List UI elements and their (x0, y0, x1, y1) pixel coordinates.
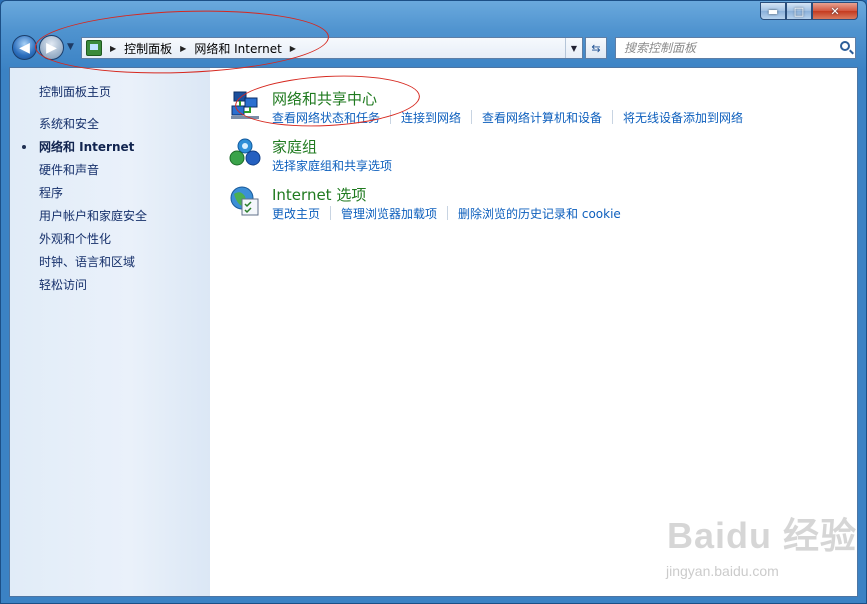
link-delete-history[interactable]: 删除浏览的历史记录和 cookie (458, 205, 621, 222)
navigation-bar: ◀ ▶ ▼ ▶ 控制面板 ▶ 网络和 Internet ▶ ▼ ⇆ (1, 31, 866, 65)
sidebar-item-label: 系统和安全 (39, 117, 100, 131)
divider (390, 110, 392, 124)
link-manage-addons[interactable]: 管理浏览器加载项 (341, 205, 437, 222)
category-title[interactable]: Internet 选项 (272, 184, 366, 205)
category-network-sharing: 网络和共享中心 查看网络状态和任务 连接到网络 查看网络计算机和设备 将无线设备… (228, 88, 828, 128)
sidebar-item-ease-of-access[interactable]: 轻松访问 (39, 277, 147, 300)
sidebar-item-label: 网络和 Internet (39, 140, 135, 154)
category-links: 选择家庭组和共享选项 (272, 157, 392, 174)
category-title[interactable]: 网络和共享中心 (272, 88, 377, 109)
link-add-wireless-device[interactable]: 将无线设备添加到网络 (623, 109, 743, 126)
breadcrumb-separator-icon[interactable]: ▶ (110, 44, 116, 53)
breadcrumb-control-panel[interactable]: 控制面板 (124, 40, 172, 57)
address-bar[interactable]: ▶ 控制面板 ▶ 网络和 Internet ▶ ▼ (81, 37, 583, 59)
close-button[interactable]: ✕ (812, 2, 858, 20)
arrow-right-icon: ▶ (46, 39, 57, 56)
maximize-icon: □ (793, 4, 805, 18)
minimize-icon: ▬ (767, 4, 779, 18)
control-panel-icon (86, 40, 102, 56)
divider (447, 206, 449, 220)
category-internet-options: Internet 选项 更改主页 管理浏览器加载项 删除浏览的历史记录和 coo… (228, 184, 828, 224)
link-change-homepage[interactable]: 更改主页 (272, 205, 320, 222)
baidu-watermark: Baidu 经验 (667, 515, 858, 556)
sidebar-home-link[interactable]: 控制面板主页 (39, 83, 111, 100)
sidebar-item-user-accounts[interactable]: 用户帐户和家庭安全 (39, 208, 147, 231)
divider (612, 110, 614, 124)
search-input[interactable] (622, 40, 831, 56)
sidebar-item-clock-language[interactable]: 时钟、语言和区域 (39, 254, 147, 277)
category-homegroup: 家庭组 选择家庭组和共享选项 (228, 136, 828, 176)
link-connect-to-network[interactable]: 连接到网络 (401, 109, 461, 126)
search-box[interactable] (615, 37, 856, 59)
internet-options-icon (230, 186, 259, 216)
control-panel-window: ▬ □ ✕ ◀ ▶ ▼ ▶ 控制面板 ▶ 网络和 Internet ▶ ▼ ⇆ … (0, 0, 867, 604)
sidebar-item-label: 轻松访问 (39, 278, 88, 292)
close-icon: ✕ (830, 4, 840, 18)
sidebar-item-programs[interactable]: 程序 (39, 185, 147, 208)
recent-pages-dropdown[interactable]: ▼ (67, 42, 74, 52)
chevron-down-icon: ▼ (570, 43, 578, 53)
refresh-icon: ⇆ (591, 41, 601, 55)
back-button[interactable]: ◀ (12, 35, 37, 60)
window-controls: ▬ □ ✕ (760, 2, 858, 20)
sidebar-item-hardware-sound[interactable]: 硬件和声音 (39, 162, 147, 185)
sidebar-item-system-security[interactable]: 系统和安全 (39, 116, 147, 139)
sidebar-item-label: 用户帐户和家庭安全 (39, 209, 148, 223)
sidebar-item-label: 程序 (39, 186, 64, 200)
watermark-url: jingyan.baidu.com (666, 563, 779, 579)
breadcrumb-separator-icon[interactable]: ▶ (290, 44, 296, 53)
chevron-down-icon: ▼ (67, 42, 74, 52)
category-title[interactable]: 家庭组 (272, 136, 317, 157)
category-links: 更改主页 管理浏览器加载项 删除浏览的历史记录和 cookie (272, 205, 621, 222)
forward-button[interactable]: ▶ (39, 35, 64, 60)
arrow-left-icon: ◀ (19, 39, 30, 56)
sidebar-item-label: 外观和个性化 (39, 232, 112, 246)
network-center-icon (231, 91, 259, 119)
sidebar-item-label: 时钟、语言和区域 (39, 255, 136, 269)
homegroup-icon (229, 138, 261, 166)
breadcrumb-separator-icon[interactable]: ▶ (180, 44, 186, 53)
minimize-button[interactable]: ▬ (760, 2, 786, 20)
title-bar[interactable]: ▬ □ ✕ (1, 1, 866, 31)
breadcrumb-network-internet[interactable]: 网络和 Internet (194, 40, 281, 57)
sidebar-item-label: 硬件和声音 (39, 163, 100, 177)
refresh-button[interactable]: ⇆ (585, 37, 607, 59)
active-bullet-icon (22, 145, 26, 149)
category-links: 查看网络状态和任务 连接到网络 查看网络计算机和设备 将无线设备添加到网络 (272, 109, 743, 126)
sidebar-item-appearance[interactable]: 外观和个性化 (39, 231, 147, 254)
sidebar: 控制面板主页 系统和安全 网络和 Internet 硬件和声音 程序 用户帐户和… (10, 68, 210, 596)
address-history-dropdown[interactable]: ▼ (565, 38, 582, 58)
sidebar-category-list: 系统和安全 网络和 Internet 硬件和声音 程序 用户帐户和家庭安全 外观… (22, 116, 147, 300)
divider (330, 206, 332, 220)
maximize-button[interactable]: □ (786, 2, 812, 20)
divider (471, 110, 473, 124)
link-view-network-computers[interactable]: 查看网络计算机和设备 (482, 109, 602, 126)
sidebar-item-network-internet[interactable]: 网络和 Internet (22, 139, 147, 162)
link-homegroup-options[interactable]: 选择家庭组和共享选项 (272, 157, 392, 174)
link-view-network-status[interactable]: 查看网络状态和任务 (272, 109, 380, 126)
search-icon[interactable] (840, 41, 850, 51)
